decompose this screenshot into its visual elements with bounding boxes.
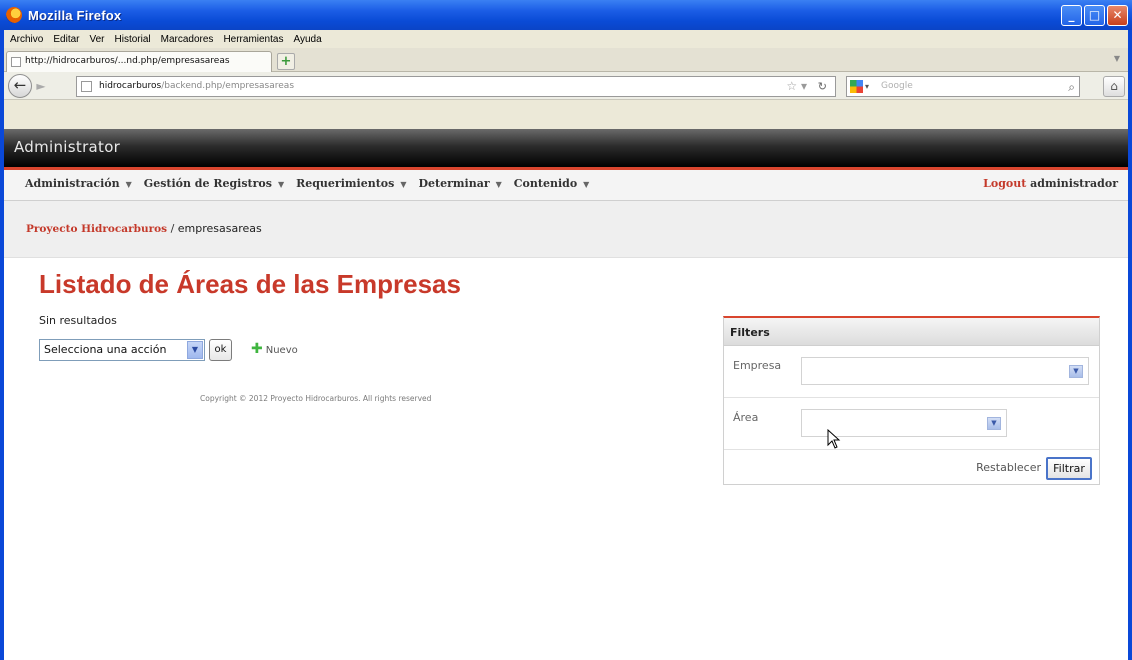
filter-label: Área <box>733 411 759 424</box>
tab-list-icon[interactable]: ▼ <box>1114 54 1120 63</box>
chevron-down-icon: ▼ <box>400 179 407 189</box>
copyright-footer: Copyright © 2012 Proyecto Hidrocarburos.… <box>200 394 432 403</box>
maximize-button[interactable]: □ <box>1084 5 1105 26</box>
nav-item-label: Gestión de Registros <box>143 177 272 190</box>
google-logo-icon <box>850 80 863 93</box>
bookmark-star-icon[interactable]: ☆ ▾ <box>786 77 807 96</box>
browser-tab[interactable]: http://hidrocarburos/...nd.php/empresasa… <box>6 51 272 72</box>
filter-row-area: Área ▼ <box>724 398 1099 450</box>
chevron-down-icon: ▼ <box>583 179 590 189</box>
tab-title: http://hidrocarburos/...nd.php/empresasa… <box>25 56 230 66</box>
menu-herramientas[interactable]: Herramientas <box>219 34 289 45</box>
chevron-down-icon: ▼ <box>277 179 285 189</box>
nav-item-administracion[interactable]: Administración ▼ <box>25 177 132 190</box>
search-engine-dropdown-icon[interactable]: ▾ <box>865 77 869 96</box>
menu-historial[interactable]: Historial <box>111 34 157 45</box>
browser-window: Archivo Editar Ver Historial Marcadores … <box>4 30 1128 660</box>
no-results-text: Sin resultados <box>39 314 117 327</box>
empresa-select[interactable]: ▼ <box>801 357 1089 385</box>
reload-icon[interactable]: ↻ <box>818 77 827 96</box>
search-input[interactable]: ▾ Google ⌕ <box>846 76 1080 97</box>
plus-icon: ✚ <box>251 341 263 357</box>
main-nav: Administración ▼ Gestión de Registros ▼ Re… <box>4 167 1128 201</box>
filter-button[interactable]: Filtrar <box>1046 457 1092 480</box>
nav-item-determinar[interactable]: Determinar ▼ <box>418 177 501 190</box>
forward-button[interactable]: ► <box>32 78 50 95</box>
reset-link[interactable]: Restablecer <box>976 461 1041 474</box>
window-titlebar: Mozilla Firefox _ □ ✕ <box>0 0 1132 30</box>
window-title: Mozilla Firefox <box>28 8 122 23</box>
menu-marcadores[interactable]: Marcadores <box>157 34 220 45</box>
filters-panel: Filters Empresa ▼ Área ▼ Restablecer Fil… <box>723 316 1100 485</box>
ok-button[interactable]: ok <box>209 339 232 361</box>
filters-header: Filters <box>724 318 1099 346</box>
menu-editar[interactable]: Editar <box>49 34 85 45</box>
home-button[interactable]: ⌂ <box>1103 76 1125 97</box>
breadcrumb-separator: / <box>170 222 175 235</box>
new-button[interactable]: ✚ Nuevo <box>251 341 298 357</box>
filter-actions: Restablecer Filtrar <box>724 450 1099 486</box>
chevron-down-icon[interactable]: ▼ <box>1069 365 1083 378</box>
menu-archivo[interactable]: Archivo <box>6 34 49 45</box>
url-path: /backend.php/empresasareas <box>161 81 295 91</box>
page-title: Listado de Áreas de las Empresas <box>39 269 461 299</box>
back-button[interactable]: ← <box>8 74 32 98</box>
batch-action-value: Selecciona una acción <box>44 343 167 356</box>
search-placeholder: Google <box>881 81 913 91</box>
chevron-down-icon[interactable]: ▼ <box>987 417 1001 430</box>
admin-title: Administrator <box>14 138 121 156</box>
breadcrumb: Proyecto Hidrocarburos / empresasareas <box>4 201 1128 258</box>
search-icon[interactable]: ⌕ <box>1068 78 1075 97</box>
new-tab-button[interactable]: + <box>277 53 295 70</box>
minimize-button[interactable]: _ <box>1061 5 1082 26</box>
new-label: Nuevo <box>265 345 298 356</box>
close-button[interactable]: ✕ <box>1107 5 1128 26</box>
breadcrumb-current: empresasareas <box>177 222 262 235</box>
menu-ayuda[interactable]: Ayuda <box>289 34 327 45</box>
nav-item-label: Administración <box>25 177 120 190</box>
breadcrumb-root-link[interactable]: Proyecto Hidrocarburos <box>26 223 167 235</box>
admin-header: Administrator <box>4 129 1128 167</box>
navigation-toolbar: ← ► hidrocarburos/backend.php/empresasar… <box>4 72 1128 100</box>
chevron-down-icon[interactable]: ▼ <box>187 341 203 359</box>
menu-ver[interactable]: Ver <box>85 34 110 45</box>
batch-action-select[interactable]: Selecciona una acción ▼ <box>39 339 205 361</box>
nav-item-label: Determinar <box>418 177 490 190</box>
firefox-logo-icon <box>6 7 22 23</box>
current-user: administrador <box>1030 177 1118 190</box>
web-page: Administrator Administración ▼ Gestión de… <box>4 129 1128 660</box>
nav-item-label: Requerimientos <box>296 177 395 190</box>
menu-bar: Archivo Editar Ver Historial Marcadores … <box>4 30 1128 48</box>
logout-link[interactable]: Logout <box>983 177 1026 190</box>
chevron-down-icon: ▼ <box>495 179 502 189</box>
page-favicon-icon <box>11 57 21 67</box>
nav-item-label: Contenido <box>513 177 578 190</box>
url-host: hidrocarburos <box>99 81 162 91</box>
filter-label: Empresa <box>733 359 782 372</box>
logout-area: Logout administrador <box>983 177 1118 190</box>
chevron-down-icon: ▼ <box>125 179 132 189</box>
address-bar[interactable]: hidrocarburos/backend.php/empresasareas … <box>76 76 836 97</box>
nav-item-contenido[interactable]: Contenido ▼ <box>514 177 590 190</box>
site-identity-icon[interactable] <box>81 81 92 92</box>
nav-item-gestion-registros[interactable]: Gestión de Registros ▼ <box>144 177 284 190</box>
tab-bar: http://hidrocarburos/...nd.php/empresasa… <box>4 48 1128 72</box>
filter-row-empresa: Empresa ▼ <box>724 346 1099 398</box>
nav-item-requerimientos[interactable]: Requerimientos ▼ <box>296 177 406 190</box>
